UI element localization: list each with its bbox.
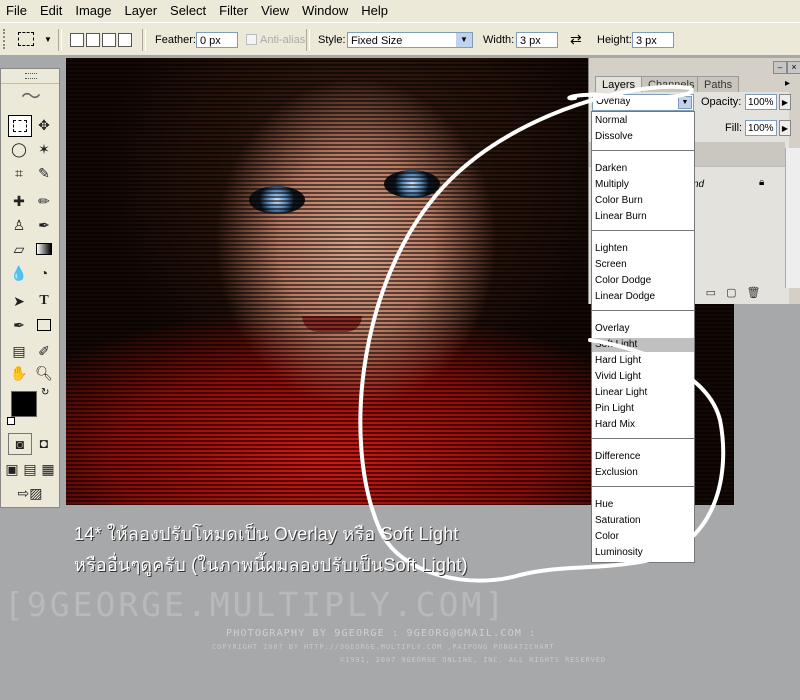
caption-line-1: 14* ให้ลองปรับโหมดเป็น Overlay หรือ Soft… [74,524,459,544]
annotation-loop-path [358,84,726,583]
caption-line-2: หรืออื่นๆดูครับ (ในภาพนี้ผมลองปรับเป็นSo… [74,555,468,575]
watermark-main: [9GEORGE.MULTIPLY.COM] [4,585,508,624]
watermark-line-2: COPYRIGHT 2007 BY HTTP://9GEORGE.MULTIPL… [212,643,555,651]
watermark-line-3: ©1991, 2007 9GEORGE ONLINE, INC. ALL RIG… [340,656,606,664]
watermark-line-1: PHOTOGRAPHY BY 9GEORGE : 9GEORG@GMAIL.CO… [226,628,537,639]
